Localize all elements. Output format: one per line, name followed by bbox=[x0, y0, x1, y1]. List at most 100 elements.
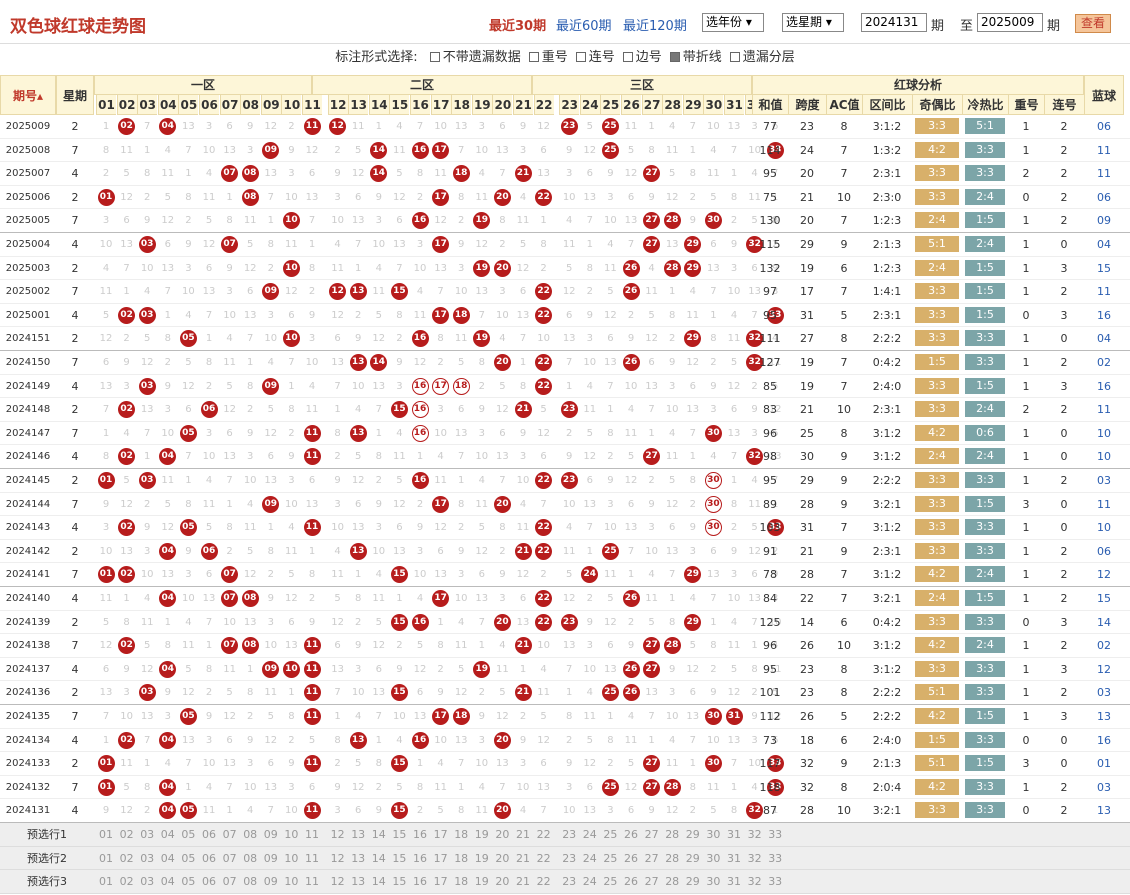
preselect-number[interactable]: 11 bbox=[302, 870, 322, 893]
preselect-number[interactable]: 01 bbox=[96, 847, 116, 870]
preselect-number[interactable]: 27 bbox=[642, 823, 662, 846]
preselect-number[interactable]: 08 bbox=[240, 870, 260, 893]
period-link-30[interactable]: 最近30期 bbox=[489, 15, 546, 34]
preselect-number[interactable]: 18 bbox=[451, 870, 471, 893]
preselect-number[interactable]: 25 bbox=[600, 847, 620, 870]
preselect-number[interactable]: 14 bbox=[369, 870, 389, 893]
preselect-number[interactable]: 07 bbox=[220, 823, 240, 846]
year-select[interactable]: 选年份 ▾ bbox=[702, 13, 764, 32]
preselect-number[interactable]: 21 bbox=[513, 847, 533, 870]
preselect-number[interactable]: 02 bbox=[117, 823, 137, 846]
preselect-number[interactable]: 32 bbox=[745, 870, 765, 893]
preselect-number[interactable]: 26 bbox=[621, 847, 641, 870]
preselect-number[interactable]: 04 bbox=[158, 870, 178, 893]
preselect-number[interactable]: 18 bbox=[451, 847, 471, 870]
preselect-number[interactable]: 29 bbox=[683, 870, 703, 893]
preselect-number[interactable]: 05 bbox=[178, 847, 198, 870]
preselect-number[interactable]: 08 bbox=[240, 847, 260, 870]
preselect-number[interactable]: 33 bbox=[765, 870, 785, 893]
preselect-number[interactable]: 15 bbox=[389, 847, 409, 870]
preselect-number[interactable]: 07 bbox=[220, 847, 240, 870]
preselect-number[interactable]: 17 bbox=[431, 823, 451, 846]
weekday-select[interactable]: 选星期 ▾ bbox=[782, 13, 844, 32]
preselect-number[interactable]: 11 bbox=[302, 847, 322, 870]
preselect-number[interactable]: 31 bbox=[724, 870, 744, 893]
preselect-number[interactable]: 06 bbox=[199, 823, 219, 846]
preselect-number[interactable]: 12 bbox=[328, 847, 348, 870]
preselect-number[interactable]: 17 bbox=[431, 847, 451, 870]
preselect-number[interactable]: 16 bbox=[410, 870, 430, 893]
preselect-number[interactable]: 17 bbox=[431, 870, 451, 893]
preselect-number[interactable]: 08 bbox=[240, 823, 260, 846]
preselect-number[interactable]: 26 bbox=[621, 870, 641, 893]
preselect-number[interactable]: 01 bbox=[96, 870, 116, 893]
preselect-number[interactable]: 29 bbox=[683, 847, 703, 870]
preselect-number[interactable]: 27 bbox=[642, 870, 662, 893]
preselect-number[interactable]: 22 bbox=[534, 823, 554, 846]
preselect-number[interactable]: 32 bbox=[745, 847, 765, 870]
to-period-input[interactable]: 2025009 bbox=[977, 13, 1043, 32]
preselect-number[interactable]: 31 bbox=[724, 823, 744, 846]
preselect-number[interactable]: 19 bbox=[472, 870, 492, 893]
preselect-number[interactable]: 24 bbox=[580, 823, 600, 846]
preselect-number[interactable]: 19 bbox=[472, 847, 492, 870]
preselect-number[interactable]: 14 bbox=[369, 847, 389, 870]
option-4[interactable]: 带折线 bbox=[669, 46, 722, 70]
preselect-number[interactable]: 13 bbox=[348, 847, 368, 870]
option-3[interactable]: 边号 bbox=[622, 46, 662, 70]
preselect-number[interactable]: 12 bbox=[328, 870, 348, 893]
from-period-input[interactable]: 2024131 bbox=[861, 13, 927, 32]
preselect-number[interactable]: 28 bbox=[662, 823, 682, 846]
preselect-number[interactable]: 12 bbox=[328, 823, 348, 846]
preselect-number[interactable]: 33 bbox=[765, 847, 785, 870]
preselect-number[interactable]: 29 bbox=[683, 823, 703, 846]
option-checkbox[interactable] bbox=[669, 52, 680, 62]
preselect-number[interactable]: 20 bbox=[492, 870, 512, 893]
preselect-number[interactable]: 13 bbox=[348, 870, 368, 893]
preselect-number[interactable]: 03 bbox=[137, 847, 157, 870]
preselect-number[interactable]: 28 bbox=[662, 870, 682, 893]
option-checkbox[interactable] bbox=[429, 52, 440, 62]
option-2[interactable]: 连号 bbox=[575, 46, 615, 70]
preselect-row[interactable]: 预选行1 01 02 03 04 05 06 07 08 09 10 11 12 13 14 15 16 17 18… bbox=[0, 823, 1130, 847]
preselect-number[interactable]: 14 bbox=[369, 823, 389, 846]
option-1[interactable]: 重号 bbox=[528, 46, 568, 70]
preselect-number[interactable]: 15 bbox=[389, 870, 409, 893]
option-checkbox[interactable] bbox=[575, 52, 586, 62]
preselect-number[interactable]: 03 bbox=[137, 870, 157, 893]
option-checkbox[interactable] bbox=[622, 52, 633, 62]
preselect-number[interactable]: 09 bbox=[261, 870, 281, 893]
preselect-number[interactable]: 28 bbox=[662, 847, 682, 870]
preselect-row[interactable]: 预选行2 01 02 03 04 05 06 07 08 09 10 11 12 13 14 15 16 17 18… bbox=[0, 846, 1130, 871]
preselect-number[interactable]: 32 bbox=[745, 823, 765, 846]
preselect-number[interactable]: 01 bbox=[96, 823, 116, 846]
preselect-number[interactable]: 23 bbox=[559, 870, 579, 893]
preselect-number[interactable]: 03 bbox=[137, 823, 157, 846]
preselect-number[interactable]: 31 bbox=[724, 847, 744, 870]
preselect-number[interactable]: 18 bbox=[451, 823, 471, 846]
preselect-number[interactable]: 10 bbox=[281, 823, 301, 846]
preselect-number[interactable]: 27 bbox=[642, 847, 662, 870]
option-0[interactable]: 不带遗漏数据 bbox=[429, 46, 521, 70]
preselect-number[interactable]: 21 bbox=[513, 823, 533, 846]
preselect-number[interactable]: 20 bbox=[492, 823, 512, 846]
preselect-number[interactable]: 30 bbox=[703, 847, 723, 870]
preselect-number[interactable]: 10 bbox=[281, 847, 301, 870]
preselect-number[interactable]: 06 bbox=[199, 847, 219, 870]
preselect-number[interactable]: 15 bbox=[389, 823, 409, 846]
preselect-number[interactable]: 06 bbox=[199, 870, 219, 893]
preselect-number[interactable]: 30 bbox=[703, 823, 723, 846]
preselect-number[interactable]: 04 bbox=[158, 823, 178, 846]
preselect-number[interactable]: 26 bbox=[621, 823, 641, 846]
preselect-number[interactable]: 25 bbox=[600, 870, 620, 893]
preselect-number[interactable]: 02 bbox=[117, 847, 137, 870]
preselect-number[interactable]: 20 bbox=[492, 847, 512, 870]
option-5[interactable]: 遗漏分层 bbox=[729, 46, 795, 70]
preselect-number[interactable]: 25 bbox=[600, 823, 620, 846]
preselect-number[interactable]: 10 bbox=[281, 870, 301, 893]
preselect-number[interactable]: 16 bbox=[410, 823, 430, 846]
option-checkbox[interactable] bbox=[729, 52, 740, 62]
preselect-number[interactable]: 09 bbox=[261, 823, 281, 846]
preselect-number[interactable]: 02 bbox=[117, 870, 137, 893]
preselect-number[interactable]: 23 bbox=[559, 847, 579, 870]
